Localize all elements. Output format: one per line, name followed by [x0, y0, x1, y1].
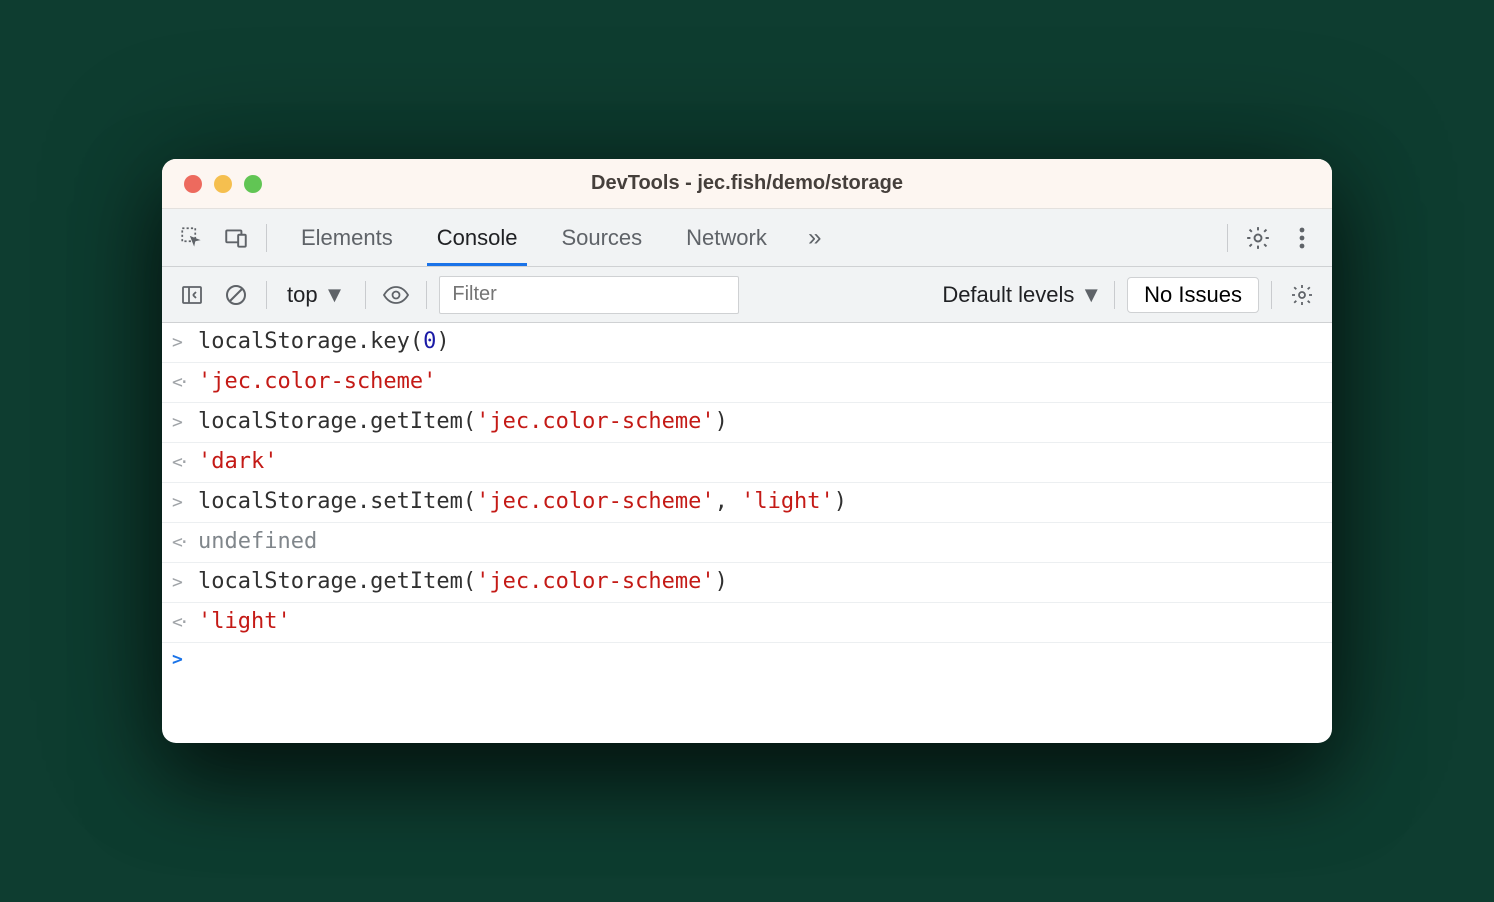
output-marker-icon	[172, 532, 198, 553]
gear-icon[interactable]	[1240, 220, 1276, 256]
live-expression-icon[interactable]	[378, 277, 414, 313]
clear-console-icon[interactable]	[218, 277, 254, 313]
zoom-icon[interactable]	[244, 175, 262, 193]
code-text: 'jec.color-scheme'	[198, 369, 436, 394]
context-label: top	[287, 282, 318, 308]
device-toolbar-icon[interactable]	[218, 220, 254, 256]
tab-console[interactable]: Console	[415, 209, 540, 266]
divider	[266, 224, 267, 252]
titlebar: DevTools - jec.fish/demo/storage	[162, 159, 1332, 209]
traffic-lights	[184, 175, 262, 193]
tabstrip: Elements Console Sources Network »	[162, 209, 1332, 267]
output-marker-icon	[172, 452, 198, 473]
close-icon[interactable]	[184, 175, 202, 193]
divider	[1114, 281, 1115, 309]
console-input-row: localStorage.getItem('jec.color-scheme')	[162, 563, 1332, 603]
issues-button[interactable]: No Issues	[1127, 277, 1259, 313]
console-input-row: localStorage.setItem('jec.color-scheme',…	[162, 483, 1332, 523]
window-padding	[162, 683, 1332, 743]
code-text: localStorage.setItem('jec.color-scheme',…	[198, 489, 847, 514]
divider	[1271, 281, 1272, 309]
filter-input[interactable]	[439, 276, 739, 314]
input-marker-icon	[172, 492, 198, 513]
chevron-down-icon: ▼	[324, 282, 346, 308]
code-text: 'light'	[198, 609, 291, 634]
console-settings-gear-icon[interactable]	[1284, 277, 1320, 313]
console-input-row: localStorage.key(0)	[162, 323, 1332, 363]
levels-label: Default levels	[942, 282, 1074, 308]
output-marker-icon	[172, 612, 198, 633]
output-marker-icon	[172, 372, 198, 393]
toggle-sidebar-icon[interactable]	[174, 277, 210, 313]
devtools-window: DevTools - jec.fish/demo/storage Element…	[162, 159, 1332, 743]
minimize-icon[interactable]	[214, 175, 232, 193]
console-output-row: 'light'	[162, 603, 1332, 643]
code-text: localStorage.getItem('jec.color-scheme')	[198, 569, 728, 594]
divider	[365, 281, 366, 309]
console-output-row: 'dark'	[162, 443, 1332, 483]
divider	[426, 281, 427, 309]
code-text: localStorage.getItem('jec.color-scheme')	[198, 409, 728, 434]
more-tabs-icon[interactable]: »	[797, 220, 833, 256]
console-prompt-row[interactable]	[162, 643, 1332, 683]
window-title: DevTools - jec.fish/demo/storage	[162, 172, 1332, 195]
console-toolbar: top ▼ Default levels ▼ No Issues	[162, 267, 1332, 323]
console-output-row: 'jec.color-scheme'	[162, 363, 1332, 403]
tabs: Elements Console Sources Network	[279, 209, 789, 266]
chevron-down-icon: ▼	[1080, 282, 1102, 308]
prompt-marker-icon	[172, 649, 198, 670]
console-output-row: undefined	[162, 523, 1332, 563]
kebab-menu-icon[interactable]	[1284, 220, 1320, 256]
log-levels-selector[interactable]: Default levels ▼	[942, 282, 1102, 308]
divider	[266, 281, 267, 309]
inspect-icon[interactable]	[174, 220, 210, 256]
input-marker-icon	[172, 332, 198, 353]
divider	[1227, 224, 1228, 252]
context-selector[interactable]: top ▼	[279, 282, 353, 308]
tab-sources[interactable]: Sources	[539, 209, 664, 266]
code-text: 'dark'	[198, 449, 277, 474]
tab-elements[interactable]: Elements	[279, 209, 415, 266]
console-log[interactable]: localStorage.key(0) 'jec.color-scheme' loc…	[162, 323, 1332, 683]
input-marker-icon	[172, 412, 198, 433]
code-text: localStorage.key(0)	[198, 329, 450, 354]
code-text: undefined	[198, 529, 317, 554]
tab-network[interactable]: Network	[664, 209, 789, 266]
input-marker-icon	[172, 572, 198, 593]
console-input-row: localStorage.getItem('jec.color-scheme')	[162, 403, 1332, 443]
